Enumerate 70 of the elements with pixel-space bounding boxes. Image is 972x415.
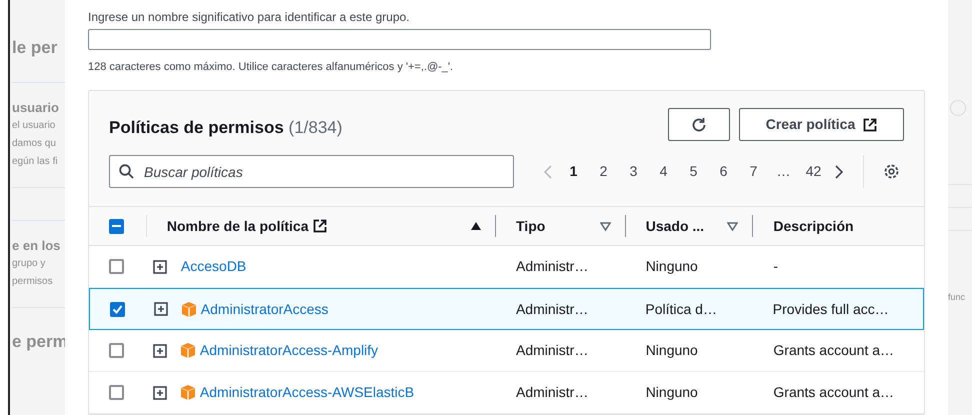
table-row[interactable]: AdministratorAccess Administr… Política d… Provides full acc…	[89, 288, 924, 330]
create-policy-button[interactable]: Crear política	[739, 108, 904, 141]
background-text: usuario	[12, 99, 59, 117]
cube-icon	[180, 384, 196, 401]
table-cell-text: Ninguno	[644, 341, 699, 360]
cube-icon	[180, 342, 196, 359]
policy-link[interactable]: AdministratorAccess-Amplify	[200, 340, 378, 361]
background-text: egún las fi	[12, 155, 58, 169]
background-text: damos qu	[12, 137, 56, 151]
search-icon	[119, 164, 134, 179]
page-button[interactable]: 7	[740, 161, 767, 182]
external-link-icon	[313, 219, 328, 233]
table-cell-text: Provides full acc…	[772, 300, 890, 318]
page-button[interactable]: 6	[710, 161, 737, 182]
column-header[interactable]: Tipo	[516, 216, 546, 236]
background-text: grupo y	[12, 257, 46, 271]
table-cell-text: Ninguno	[644, 383, 699, 402]
radio-icon	[950, 100, 966, 116]
checkbox[interactable]	[109, 218, 124, 234]
background-text: permisos	[12, 275, 53, 289]
expand-icon[interactable]	[154, 302, 168, 316]
table-row[interactable]: AdministratorAccess-AWSElasticB Administr… Ninguno Grants account a…	[89, 372, 924, 414]
page-button[interactable]: …	[770, 161, 797, 182]
checkbox[interactable]	[109, 259, 124, 274]
column-header[interactable]: Nombre de la política	[166, 216, 328, 236]
table-cell-text: Administr…	[514, 300, 590, 318]
expand-icon[interactable]	[152, 344, 167, 358]
field-description: Ingrese un nombre significativo para identificar a este grupo.	[88, 10, 411, 24]
page-button[interactable]: 42	[800, 161, 827, 182]
background-text: e en los	[12, 237, 60, 255]
sort-icon[interactable]	[600, 222, 611, 230]
table-cell-text: Política d…	[644, 300, 718, 318]
expand-icon[interactable]	[152, 386, 167, 400]
policy-count: (1/834)	[288, 118, 342, 137]
table-cell-text: Grants account a…	[772, 341, 896, 360]
table-cell-text: Administr…	[514, 383, 590, 402]
background-text: le per	[12, 38, 58, 58]
sort-icon[interactable]	[727, 222, 738, 230]
column-header[interactable]: Descripción	[773, 216, 854, 236]
sort-ascending-icon[interactable]	[471, 222, 481, 230]
table-cell-text: Ninguno	[644, 257, 699, 276]
checkbox[interactable]	[110, 302, 125, 316]
policy-link[interactable]: AccesoDB	[180, 256, 246, 277]
table-cell-text: Administr…	[514, 341, 590, 360]
checkbox[interactable]	[109, 385, 124, 400]
cube-icon	[180, 300, 197, 318]
expand-icon[interactable]	[152, 260, 167, 274]
column-header[interactable]: Usado ...	[646, 216, 704, 236]
page-button[interactable]: 4	[650, 161, 677, 182]
page-button[interactable]: 1	[560, 161, 587, 182]
checkbox[interactable]	[109, 343, 124, 358]
page-button[interactable]: 3	[620, 161, 647, 182]
search-field[interactable]: Buscar políticas	[109, 155, 514, 188]
page-button[interactable]: 2	[590, 161, 617, 182]
group-name-input[interactable]	[88, 29, 711, 50]
external-link-icon	[863, 118, 878, 132]
page-button[interactable]: 5	[680, 161, 707, 182]
policy-link[interactable]: AdministratorAccess-AWSElasticB	[200, 382, 414, 403]
table-cell-text: -	[772, 257, 780, 276]
table-cell-text: Grants account a…	[772, 383, 896, 402]
background-text: el usuario	[12, 119, 56, 133]
table-cell-text: Administr…	[514, 257, 590, 276]
card-title: Políticas de permisos (1/834)	[109, 116, 342, 139]
settings-icon[interactable]	[883, 163, 900, 180]
refresh-icon	[691, 116, 707, 132]
table-row[interactable]: AdministratorAccess-Amplify Administr… Ninguno Grants account a…	[89, 330, 924, 372]
background-text: func	[948, 291, 966, 304]
field-constraint: 128 caracteres como máximo. Utilice caracteres alfanuméricos y '+=,.@-_'.	[88, 60, 454, 74]
refresh-button[interactable]	[668, 108, 730, 141]
policy-link[interactable]: AdministratorAccess	[200, 298, 328, 320]
